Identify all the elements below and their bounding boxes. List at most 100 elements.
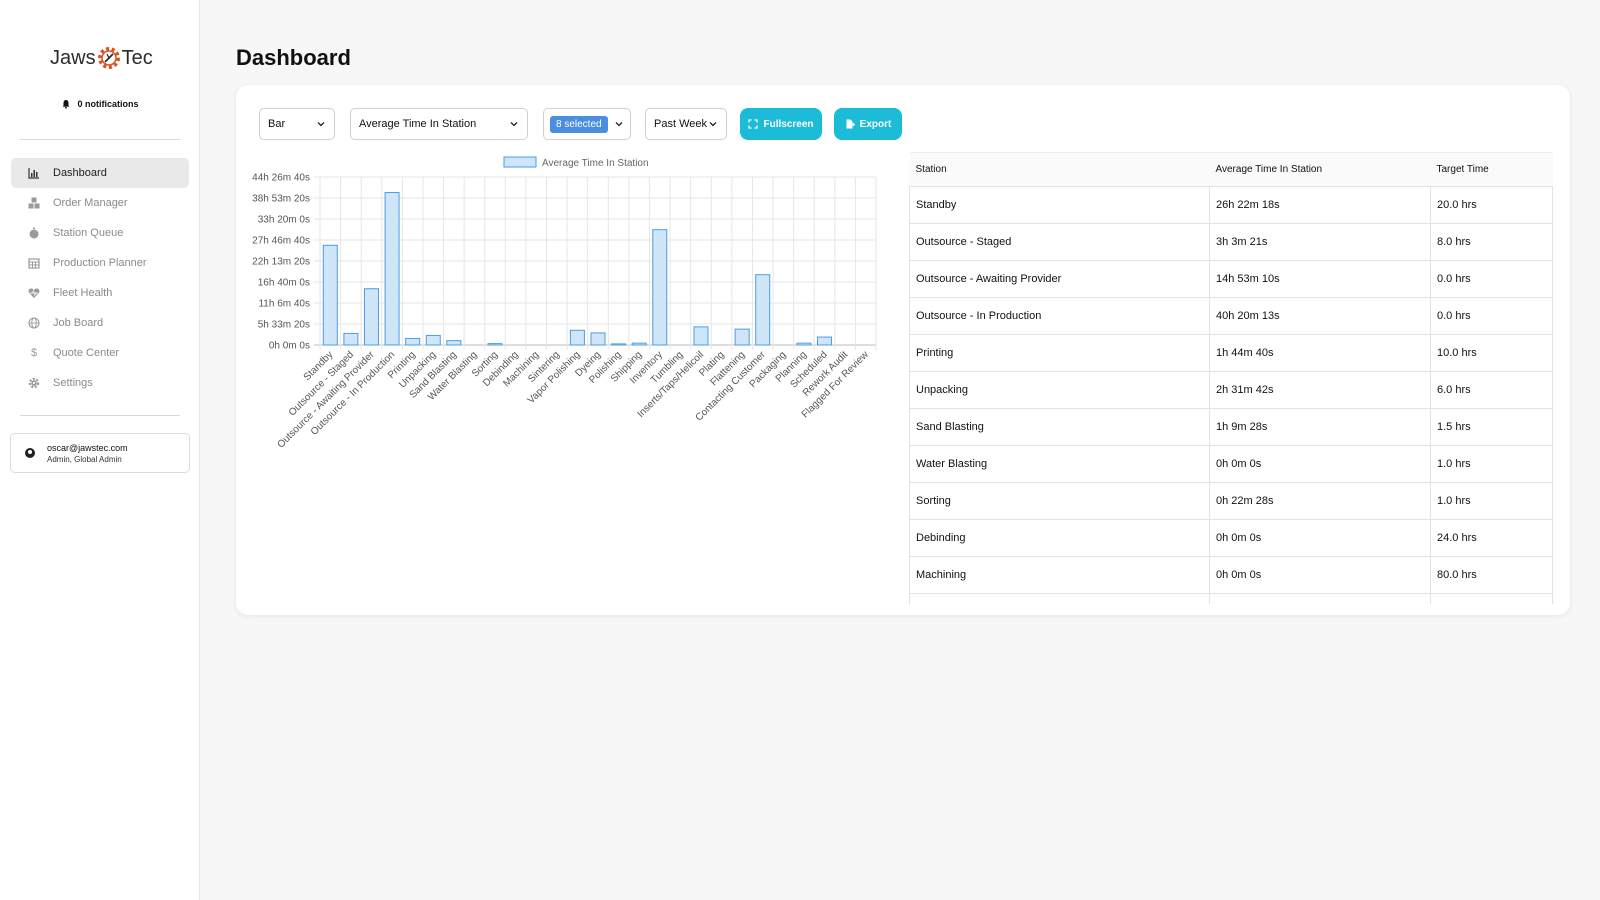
bar	[817, 336, 833, 346]
sidebar-nav: Dashboard Order Manager Station Queue Pr…	[11, 158, 189, 398]
metric-value: Average Time In Station	[359, 118, 477, 130]
table-cell: 8.0 hrs	[1430, 223, 1553, 261]
table-cell: 0.0 hrs	[1430, 297, 1553, 335]
bar	[446, 340, 462, 346]
station-multiselect[interactable]: 8 selected	[543, 108, 631, 140]
bar	[569, 329, 585, 346]
station-table-container[interactable]: Station Average Time In Station Target T…	[909, 152, 1553, 604]
legend-swatch	[503, 156, 537, 168]
chevron-down-icon	[317, 122, 325, 127]
legend-label: Average Time In Station	[542, 158, 649, 169]
dashboard-card: Bar Average Time In Station 8 selected P…	[236, 85, 1570, 615]
table-cell: Standby	[909, 186, 1210, 224]
table-cell: 1.5 hrs	[1430, 408, 1553, 446]
sidebar-item-label: Settings	[53, 377, 93, 389]
boxes-icon	[27, 196, 41, 210]
y-tick-label: 16h 40m 0s	[258, 278, 310, 289]
bar	[611, 343, 627, 346]
sidebar-divider	[20, 139, 180, 140]
table-cell: Machining	[909, 556, 1210, 594]
table-row: Sorting 0h 22m 28s 1.0 hrs	[909, 482, 1553, 520]
table-row: Printing 1h 44m 40s 10.0 hrs	[909, 334, 1553, 372]
chevron-down-icon	[510, 122, 518, 127]
calendar-icon	[27, 256, 41, 270]
bar	[425, 334, 441, 346]
date-range-select[interactable]: Past Week	[645, 108, 727, 140]
sidebar-item-order-manager[interactable]: Order Manager	[11, 188, 189, 218]
table-cell: 24.0 hrs	[1430, 519, 1553, 557]
bar	[322, 244, 338, 346]
table-row: Unpacking 2h 31m 42s 6.0 hrs	[909, 371, 1553, 409]
user-profile[interactable]: oscar@jawstec.com Admin, Global Admin	[10, 433, 190, 473]
bar-chart-icon	[27, 166, 41, 180]
sidebar-item-fleet-health[interactable]: Fleet Health	[11, 278, 189, 308]
table-row: Sand Blasting 1h 9m 28s 1.5 hrs	[909, 408, 1553, 446]
table-cell: Unpacking	[909, 371, 1210, 409]
metric-select[interactable]: Average Time In Station	[350, 108, 528, 140]
logo-gear-icon	[97, 47, 120, 69]
sidebar-item-label: Dashboard	[53, 167, 107, 179]
table-cell: 0h 22m 28s	[1209, 482, 1431, 520]
chart-type-select[interactable]: Bar	[259, 108, 335, 140]
bar	[796, 342, 812, 346]
sidebar-item-quote-center[interactable]: $ Quote Center	[11, 338, 189, 368]
bar	[652, 229, 668, 346]
gear-icon	[27, 376, 41, 390]
chevron-down-icon	[615, 122, 623, 127]
notifications-indicator[interactable]: 0 notifications	[0, 99, 200, 109]
dollar-icon: $	[30, 347, 38, 359]
table-row: Outsource - Staged 3h 3m 21s 8.0 hrs	[909, 223, 1553, 261]
bar	[631, 342, 647, 346]
column-header[interactable]: Average Time In Station	[1209, 152, 1431, 187]
bar	[693, 326, 709, 346]
globe-icon	[27, 316, 41, 330]
table-header-row: Station Average Time In Station Target T…	[909, 152, 1553, 187]
table-cell: Outsource - Awaiting Provider	[909, 260, 1210, 298]
table-row: Outsource - In Production 40h 20m 13s 0.0 …	[909, 297, 1553, 335]
notifications-count: 0 notifications	[77, 99, 139, 109]
table-cell: 6.0 hrs	[1430, 371, 1553, 409]
sidebar-item-dashboard[interactable]: Dashboard	[11, 158, 189, 188]
table-row: Standby 26h 22m 18s 20.0 hrs	[909, 186, 1553, 224]
table-cell: 0h 0m 0s	[1209, 519, 1431, 557]
bar	[343, 332, 359, 346]
logo-text-right: Tec	[121, 46, 153, 69]
sidebar-item-label: Production Planner	[53, 257, 147, 269]
column-header[interactable]: Station	[909, 152, 1210, 187]
column-header[interactable]: Target Time	[1430, 152, 1553, 187]
sidebar-item-job-board[interactable]: Job Board	[11, 308, 189, 338]
export-button[interactable]: Export	[834, 108, 902, 140]
bar	[755, 274, 771, 346]
table-cell: Outsource - Staged	[909, 223, 1210, 261]
fullscreen-button[interactable]: Fullscreen	[740, 108, 822, 140]
table-cell	[1209, 593, 1431, 604]
y-tick-label: 22h 13m 20s	[252, 257, 310, 268]
user-avatar-icon	[25, 448, 35, 458]
station-table: Station Average Time In Station Target T…	[909, 152, 1553, 604]
table-cell: 2h 31m 42s	[1209, 371, 1431, 409]
sidebar-item-label: Quote Center	[53, 347, 120, 359]
sidebar-item-production-planner[interactable]: Production Planner	[11, 248, 189, 278]
y-tick-label: 44h 26m 40s	[252, 173, 310, 184]
expand-icon	[748, 119, 759, 129]
bar	[405, 337, 421, 346]
sidebar-divider	[20, 415, 180, 416]
sidebar-item-settings[interactable]: Settings	[11, 368, 189, 398]
table-row: Debinding 0h 0m 0s 24.0 hrs	[909, 519, 1553, 557]
table-cell: 14h 53m 10s	[1209, 260, 1431, 298]
stopwatch-icon	[27, 226, 41, 240]
table-cell: Water Blasting	[909, 445, 1210, 483]
table-cell: 0h 0m 0s	[1209, 556, 1431, 594]
table-row: Outsource - Awaiting Provider 14h 53m 10s…	[909, 260, 1553, 298]
y-tick-label: 38h 53m 20s	[252, 194, 310, 205]
sidebar-item-station-queue[interactable]: Station Queue	[11, 218, 189, 248]
table-cell	[909, 593, 1210, 604]
table-cell: 80.0 hrs	[1430, 556, 1553, 594]
brand-logo[interactable]: Jaws Tec	[50, 44, 153, 72]
table-cell: Sand Blasting	[909, 408, 1210, 446]
y-tick-label: 11h 6m 40s	[258, 299, 310, 310]
bar	[590, 332, 606, 346]
table-cell: Outsource - In Production	[909, 297, 1210, 335]
sidebar: Jaws Tec 0 notifications Dashboard Order…	[0, 0, 200, 900]
table-cell: 1h 44m 40s	[1209, 334, 1431, 372]
